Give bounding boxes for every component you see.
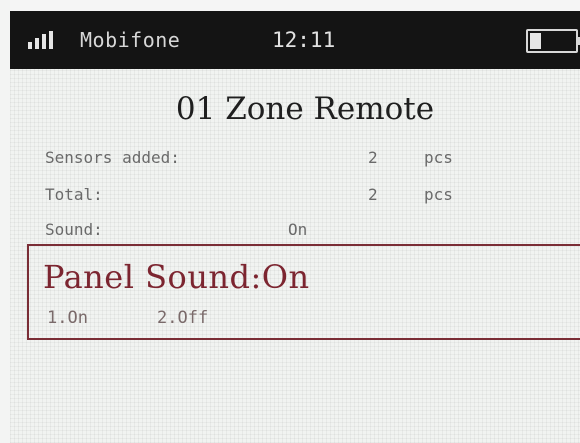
status-bar: Mobifone 12:11 [10, 11, 580, 69]
sensors-added-value: 2 [368, 148, 378, 167]
dialog-title: Panel Sound:On [43, 258, 310, 296]
battery-fill [530, 33, 541, 49]
total-label: Total: [45, 185, 103, 204]
carrier-name: Mobifone [80, 28, 181, 52]
total-unit: pcs [424, 185, 453, 204]
sound-label: Sound: [45, 220, 103, 239]
page-title: 01 Zone Remote [175, 91, 435, 127]
sensors-added-label: Sensors added: [45, 148, 180, 167]
sound-value: On [288, 220, 308, 239]
signal-icon [28, 31, 54, 49]
device-bezel-top [0, 0, 580, 11]
device-screen: 01 Zone Remote Sensors added: 2 pcs Tota… [10, 69, 580, 443]
panel-sound-dialog: Panel Sound:On 1.On 2.Off [27, 244, 580, 340]
option-on[interactable]: 1.On [47, 308, 88, 328]
device-bezel-left [0, 0, 10, 443]
clock: 12:11 [272, 28, 336, 52]
option-off[interactable]: 2.Off [157, 308, 208, 328]
battery-icon [526, 29, 580, 53]
total-value: 2 [368, 185, 378, 204]
sensors-added-unit: pcs [424, 148, 453, 167]
